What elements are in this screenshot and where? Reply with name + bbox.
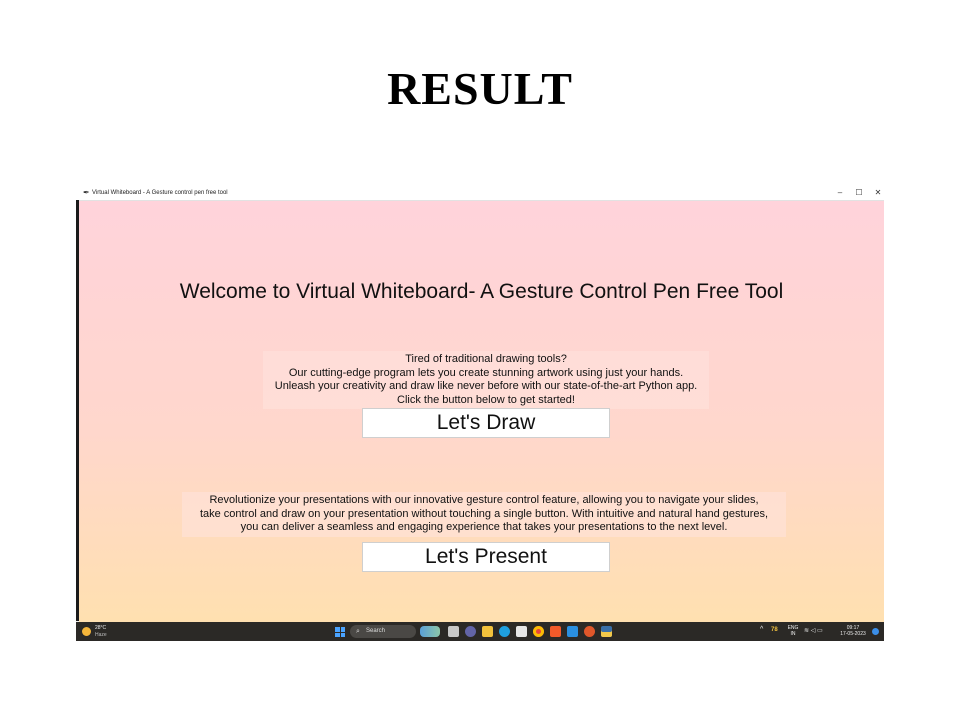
weather-temp: 28°C [95,625,107,631]
clock[interactable]: 09:17 17-05-2023 [836,625,870,641]
file-explorer-icon[interactable] [448,626,459,637]
taskbar-search[interactable]: ⌕ Search [350,625,416,638]
tray-temp-badge: 78 [771,627,778,633]
minimize-button[interactable]: – [831,187,849,199]
maximize-button[interactable]: ☐ [850,187,868,199]
slide-title: RESULT [387,63,573,114]
window-title: Virtual Whiteboard - A Gesture control p… [92,190,228,196]
search-highlight-icon[interactable] [420,626,440,637]
python-icon[interactable] [601,626,612,637]
window-titlebar[interactable]: ✒ Virtual Whiteboard - A Gesture control… [76,186,884,201]
language-indicator[interactable]: ENG IN [784,625,802,641]
search-label: Search [366,628,386,634]
draw-description-line: Unleash your creativity and draw like ne… [274,380,698,392]
present-description: Revolutionize your presentations with ou… [182,492,786,537]
lets-draw-button[interactable]: Let's Draw [362,408,610,438]
weather-condition: Haze [95,632,107,638]
clock-date: 17-05-2023 [840,631,866,637]
windows-start-icon[interactable] [335,627,345,637]
close-button[interactable]: ✕ [869,187,884,199]
draw-description-line: Click the button below to get started! [397,393,575,406]
chevron-up-icon[interactable]: ^ [760,626,763,641]
teams-icon[interactable] [465,626,476,637]
store-icon[interactable] [516,626,527,637]
draw-description-line: Our cutting-edge program lets you create… [288,366,684,379]
lets-present-button[interactable]: Let's Present [362,542,610,572]
notification-icon[interactable] [872,628,879,635]
chrome-icon[interactable] [533,626,544,637]
app-window: ✒ Virtual Whiteboard - A Gesture control… [76,186,884,641]
taskbar: 28°C Haze ⌕ Search ^ 78 ENG IN ≋ ◁ ▭ 09:… [76,622,884,641]
draw-description-line: Tired of traditional drawing tools? [405,353,567,365]
folder-icon[interactable] [482,626,493,637]
present-description-line: Revolutionize your presentations with ou… [209,494,759,506]
region-code: IN [790,631,796,637]
firefox-icon[interactable] [584,626,595,637]
vscode-icon[interactable] [567,626,578,637]
feather-icon: ✒ [83,188,90,197]
present-description-line: you can deliver a seamless and engaging … [240,521,728,533]
draw-description: Tired of traditional drawing tools? Our … [263,351,709,409]
search-icon: ⌕ [356,628,360,635]
wifi-volume-battery-icon[interactable]: ≋ ◁ ▭ [804,627,823,641]
weather-sun-icon [82,627,91,636]
app-content: Welcome to Virtual Whiteboard- A Gesture… [79,201,884,622]
welcome-heading: Welcome to Virtual Whiteboard- A Gesture… [179,280,784,303]
brave-icon[interactable] [550,626,561,637]
edge-icon[interactable] [499,626,510,637]
present-description-line: take control and draw on your presentati… [199,507,769,520]
